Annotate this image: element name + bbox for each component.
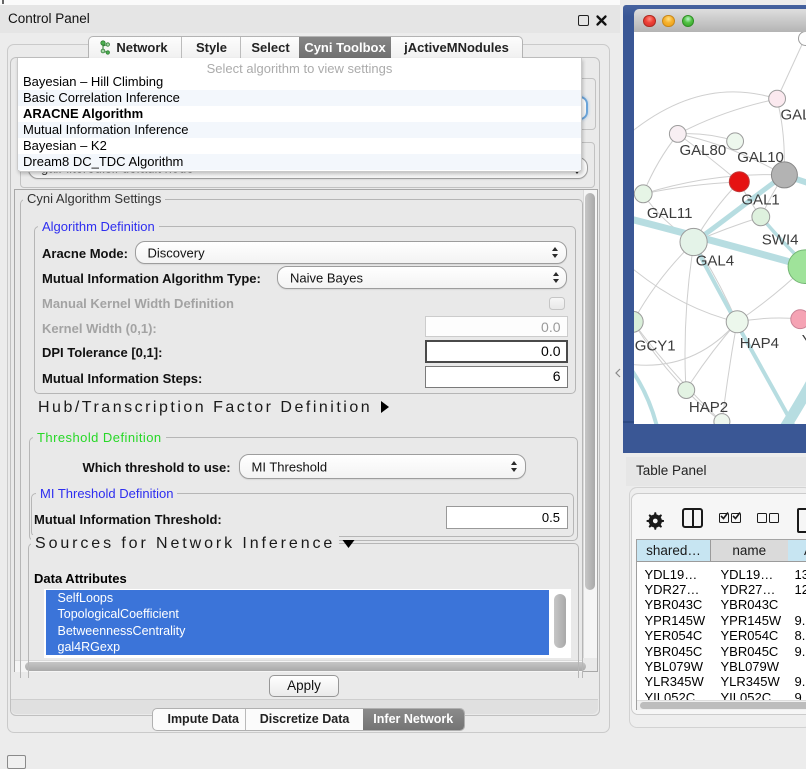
svg-text:GAL80: GAL80 (679, 142, 726, 159)
svg-text:GAL10: GAL10 (737, 149, 784, 166)
svg-text:SWI4: SWI4 (761, 231, 798, 248)
svg-text:HAP2: HAP2 (688, 399, 727, 416)
svg-text:GAL11: GAL11 (646, 205, 692, 222)
svg-text:GCY1: GCY1 (634, 338, 675, 355)
svg-text:HAP4: HAP4 (739, 335, 778, 352)
svg-text:YM: YM (801, 332, 806, 349)
svg-text:GAL1: GAL1 (741, 192, 779, 209)
svg-text:GAL4: GAL4 (695, 252, 733, 269)
svg-text:GAL7: GAL7 (780, 107, 806, 124)
